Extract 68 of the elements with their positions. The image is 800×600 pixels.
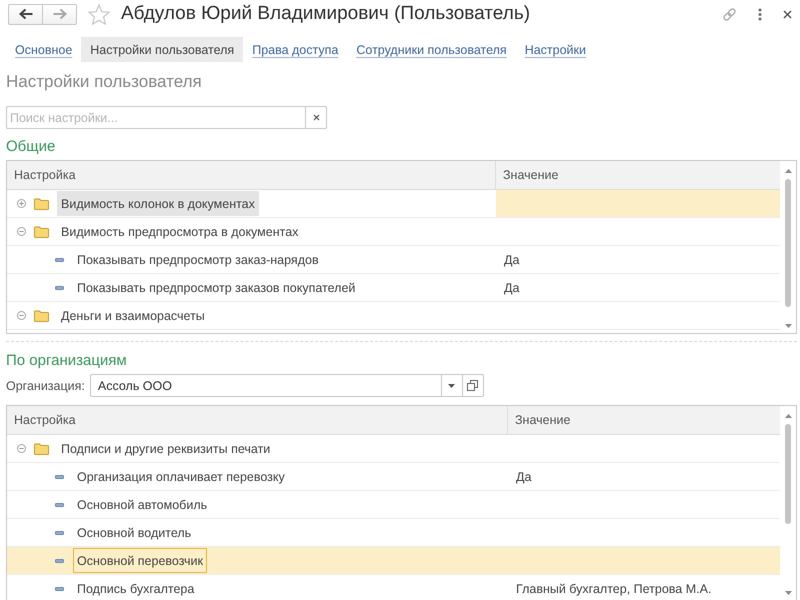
scroll-down-icon[interactable] — [784, 324, 792, 328]
setting-name: Основной водитель — [76, 524, 192, 542]
dash-icon — [55, 286, 64, 290]
expand-icon[interactable] — [17, 199, 26, 208]
value-cell-text: Да — [503, 252, 520, 268]
folder-icon — [34, 310, 49, 322]
dash-icon — [55, 258, 64, 262]
close-icon — [312, 114, 320, 121]
setting-name: Подписи и другие реквизиты печати — [60, 440, 272, 458]
link-button[interactable] — [722, 6, 737, 22]
section-title: Общие — [6, 138, 56, 156]
close-icon — [783, 10, 792, 18]
star-icon[interactable] — [88, 4, 110, 24]
dash-icon — [55, 474, 64, 478]
tab[interactable]: Основное — [6, 37, 82, 62]
column-header: Значение — [496, 161, 780, 189]
window-title: Абдулов Юрий Владимирович (Пользователь) — [121, 3, 530, 25]
table-row[interactable]: Видимость колонок в документах — [7, 190, 780, 218]
setting-name: Подпись бухгалтера — [76, 580, 196, 598]
dash-icon — [55, 586, 64, 590]
squares-icon — [467, 380, 478, 391]
setting-name: Видимость колонок в документах — [57, 191, 259, 216]
close-button[interactable] — [783, 10, 792, 18]
search-field[interactable]: Поиск настройки... — [6, 106, 306, 129]
setting-name: Основной автомобиль — [76, 496, 208, 514]
collapse-icon[interactable] — [17, 444, 26, 453]
setting-name: Показывать предпросмотр заказ-нарядов — [76, 252, 320, 269]
scroll-up-icon[interactable] — [784, 169, 792, 173]
collapse-icon[interactable] — [17, 311, 26, 320]
setting-name: Показывать предпросмотр заказов покупателей — [76, 280, 356, 297]
table-row[interactable]: Основной перевозчик — [7, 547, 780, 575]
setting-name: Видимость предпросмотра в документах — [60, 224, 300, 241]
value-cell-text: Да — [515, 468, 532, 486]
link-icon — [722, 6, 737, 22]
dash-icon — [55, 530, 64, 534]
collapse-icon[interactable] — [17, 227, 26, 236]
scroll-down-icon[interactable] — [784, 591, 792, 595]
scroll-up-icon[interactable] — [784, 414, 792, 418]
folder-icon — [34, 226, 49, 238]
dropdown-button[interactable] — [440, 374, 463, 397]
field-label: Организация: — [6, 378, 85, 392]
value-cell-text: Главный бухгалтер, Петрова М.А. — [515, 580, 712, 598]
scrollbar-thumb[interactable] — [785, 179, 791, 307]
value-cell-text: Да — [503, 280, 520, 296]
page-title: Настройки пользователя — [6, 72, 203, 92]
open-button[interactable] — [462, 374, 484, 397]
tab[interactable]: Настройки пользователя — [81, 37, 244, 62]
setting-name: Организация оплачивает перевозку — [76, 468, 286, 486]
folder-icon — [34, 198, 49, 210]
column-header: Настройка — [7, 161, 496, 189]
tab[interactable]: Права доступа — [243, 37, 348, 62]
column-header: Настройка — [7, 406, 508, 434]
back-button[interactable] — [8, 4, 43, 24]
tab[interactable]: Настройки — [516, 37, 595, 62]
more-icon — [758, 8, 762, 20]
dash-icon — [55, 558, 64, 562]
scrollbar-thumb[interactable] — [785, 424, 791, 524]
caret-icon — [448, 384, 456, 388]
tab[interactable]: Сотрудники пользователя — [347, 37, 516, 62]
more-button[interactable] — [758, 8, 762, 20]
dash-icon — [55, 502, 64, 506]
clear-button[interactable] — [305, 106, 327, 129]
section-title: По организациям — [6, 352, 128, 370]
organization-field[interactable]: Ассоль ООО — [90, 374, 442, 397]
setting-name: Основной перевозчик — [73, 548, 207, 573]
setting-name: Деньги и взаиморасчеты — [60, 308, 206, 325]
column-header: Значение — [508, 406, 780, 434]
folder-icon — [34, 442, 49, 454]
